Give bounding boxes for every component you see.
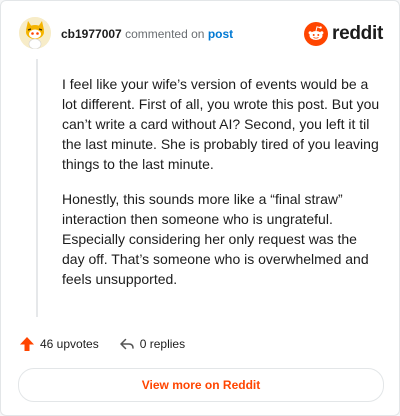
username-link[interactable]: cb1977007	[61, 27, 122, 41]
upvote-arrow-icon	[20, 337, 34, 351]
reply-count: 0 replies	[139, 337, 186, 351]
byline-action-text: commented on	[125, 27, 205, 41]
comment-header: cb1977007 commented on post reddit	[19, 15, 383, 49]
comment-paragraph-1: I feel like your wife’s version of event…	[62, 76, 380, 172]
upvote-button[interactable]: 46 upvotes	[19, 336, 99, 352]
reddit-logo-icon	[304, 22, 329, 46]
avatar[interactable]	[19, 17, 51, 49]
reddit-wordmark: reddit	[332, 23, 383, 44]
upvote-count: 46 upvotes	[40, 337, 99, 351]
post-link[interactable]: post	[208, 27, 233, 41]
reddit-brand[interactable]: reddit	[304, 21, 383, 47]
comment-paragraph-2: Honestly, this sounds more like a “final…	[62, 191, 369, 287]
snoo-avatar-icon	[19, 17, 51, 49]
comment-actions: 46 upvotes 0 replies	[19, 335, 205, 353]
thread-line	[36, 59, 38, 317]
comment-byline: cb1977007 commented on post	[61, 27, 233, 41]
reply-icon	[119, 338, 134, 350]
embedded-comment-card: cb1977007 commented on post reddit I fee…	[0, 0, 400, 416]
view-more-button[interactable]: View more on Reddit	[18, 368, 384, 402]
comment-body: I feel like your wife’s version of event…	[62, 74, 382, 304]
reply-button[interactable]: 0 replies	[119, 336, 185, 352]
